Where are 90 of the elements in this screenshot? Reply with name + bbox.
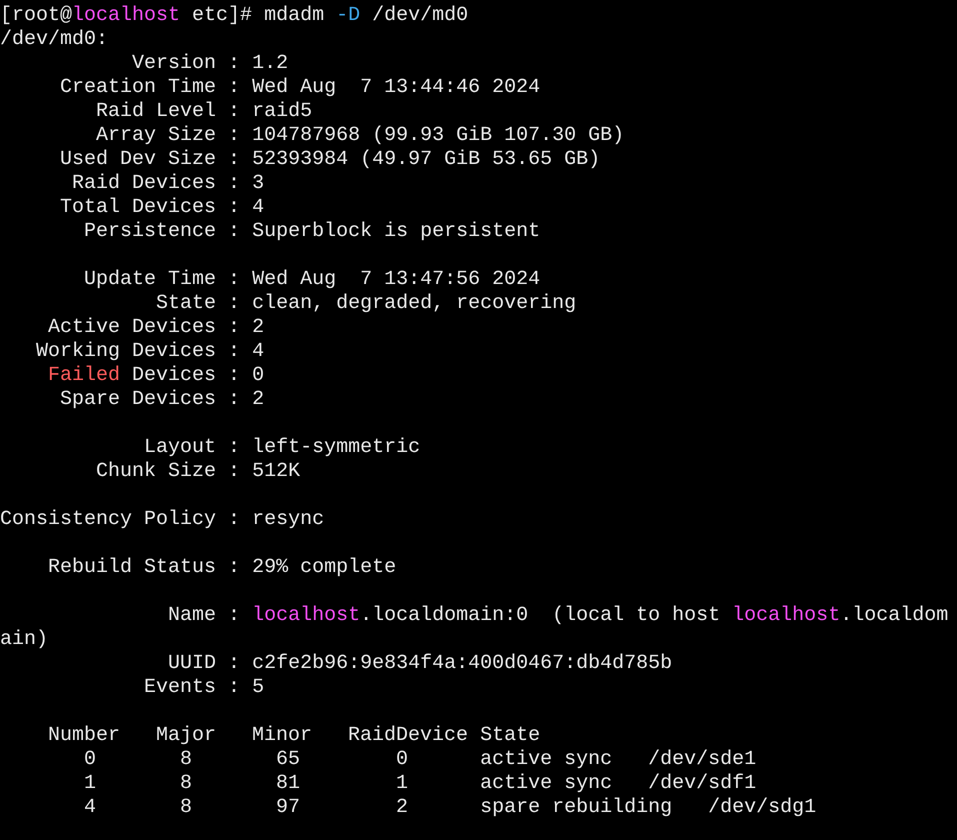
table-cell: 65 xyxy=(276,748,300,771)
table-cell: 0 xyxy=(396,748,408,771)
field-value: 512K xyxy=(252,460,300,483)
field-value: 4 xyxy=(252,196,264,219)
colon-separator: : xyxy=(228,316,240,339)
field-label: Raid Devices xyxy=(72,172,216,195)
field-label: Used Dev Size xyxy=(60,148,216,171)
table-cell: 4 xyxy=(84,796,96,819)
field-value: Wed Aug 7 13:44:46 2024 xyxy=(252,76,540,99)
field-label: Persistence xyxy=(84,220,216,243)
colon-separator: : xyxy=(228,172,240,195)
column-header: Number xyxy=(48,724,120,747)
colon-separator: : xyxy=(228,460,240,483)
field-value: 104787968 (99.93 GiB 107.30 GB) xyxy=(252,124,624,147)
field-label: Array Size xyxy=(96,124,216,147)
command-text: mdadm -D /dev/md0 xyxy=(264,4,468,27)
table-cell: 1 xyxy=(396,772,408,795)
table-cell: /dev/sdg1 xyxy=(708,796,816,819)
field-value: 1.2 xyxy=(252,52,288,75)
field-value: raid5 xyxy=(252,100,312,123)
field-label: Rebuild Status xyxy=(48,556,216,579)
field-label: Chunk Size xyxy=(96,460,216,483)
table-cell: active sync xyxy=(480,748,612,771)
column-header: Major xyxy=(156,724,216,747)
field-value: 4 xyxy=(252,340,264,363)
colon-separator: : xyxy=(228,340,240,363)
column-header: Minor xyxy=(252,724,312,747)
colon-separator: : xyxy=(228,292,240,315)
colon-separator: : xyxy=(228,76,240,99)
field-label: Layout xyxy=(144,436,216,459)
field-label: Active Devices xyxy=(48,316,216,339)
colon-separator: : xyxy=(228,268,240,291)
column-header: State xyxy=(480,724,540,747)
field-value: 3 xyxy=(252,172,264,195)
table-cell: /dev/sde1 xyxy=(648,748,756,771)
field-label: Total Devices xyxy=(60,196,216,219)
field-value: resync xyxy=(252,508,324,531)
field-label: Events xyxy=(144,676,216,699)
field-label: State xyxy=(156,292,216,315)
table-cell: /dev/sdf1 xyxy=(648,772,756,795)
field-value: 0 xyxy=(252,364,264,387)
field-value: c2fe2b96:9e834f4a:400d0467:db4d785b xyxy=(252,652,672,675)
field-value: Superblock is persistent xyxy=(252,220,540,243)
field-value: 5 xyxy=(252,676,264,699)
field-value: 2 xyxy=(252,388,264,411)
field-label: Raid Level xyxy=(96,100,216,123)
table-cell: 8 xyxy=(180,796,192,819)
table-cell: 0 xyxy=(84,748,96,771)
table-cell: 2 xyxy=(396,796,408,819)
colon-separator: : xyxy=(228,52,240,75)
colon-separator: : xyxy=(228,220,240,243)
field-label: Update Time xyxy=(84,268,216,291)
shell-prompt: [root@localhost etc]# xyxy=(0,4,254,27)
field-label: Spare Devices xyxy=(60,388,216,411)
colon-separator: : xyxy=(228,364,240,387)
colon-separator: : xyxy=(228,604,240,627)
field-label: Name xyxy=(168,604,216,627)
field-label: Version xyxy=(132,52,216,75)
field-value: 29% complete xyxy=(252,556,396,579)
field-value: 52393984 (49.97 GiB 53.65 GB) xyxy=(252,148,600,171)
field-label: Failed Devices xyxy=(48,364,216,387)
field-value: clean, degraded, recovering xyxy=(252,292,576,315)
table-cell: active sync xyxy=(480,772,612,795)
field-label: Working Devices xyxy=(36,340,216,363)
table-cell: 8 xyxy=(180,772,192,795)
colon-separator: : xyxy=(228,388,240,411)
colon-separator: : xyxy=(228,556,240,579)
colon-separator: : xyxy=(228,652,240,675)
colon-separator: : xyxy=(228,124,240,147)
field-value: left-symmetric xyxy=(252,436,420,459)
field-label: UUID xyxy=(168,652,216,675)
table-cell: spare rebuilding xyxy=(480,796,672,819)
field-value: Wed Aug 7 13:47:56 2024 xyxy=(252,268,540,291)
table-cell: 8 xyxy=(180,748,192,771)
device-path: /dev/md0: xyxy=(0,28,108,51)
colon-separator: : xyxy=(228,508,240,531)
table-cell: 97 xyxy=(276,796,300,819)
field-label: Creation Time xyxy=(60,76,216,99)
table-cell: 81 xyxy=(276,772,300,795)
field-value: localhost.localdomain:0 (local to host localhost.localdom xyxy=(252,604,948,627)
colon-separator: : xyxy=(228,436,240,459)
colon-separator: : xyxy=(228,196,240,219)
colon-separator: : xyxy=(228,676,240,699)
field-value-continuation: ain) xyxy=(0,628,48,651)
table-cell: 1 xyxy=(84,772,96,795)
colon-separator: : xyxy=(228,100,240,123)
column-header: RaidDevice xyxy=(348,724,468,747)
field-label: Consistency Policy xyxy=(0,508,216,531)
colon-separator: : xyxy=(228,148,240,171)
field-value: 2 xyxy=(252,316,264,339)
